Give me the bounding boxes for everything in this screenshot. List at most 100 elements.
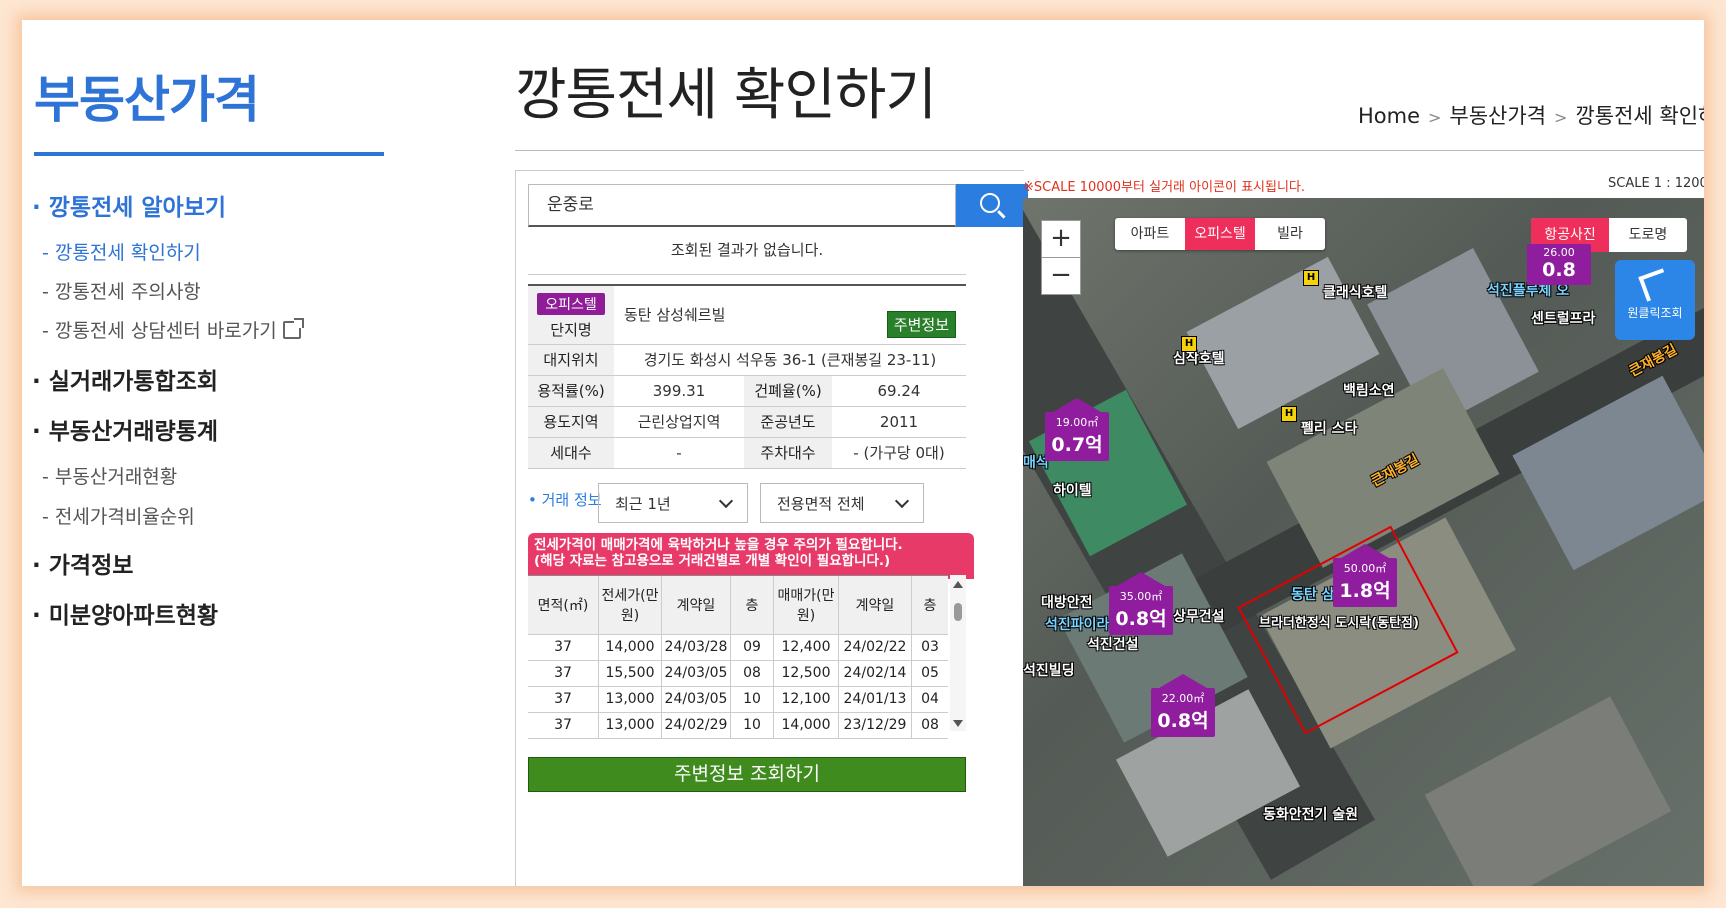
marker-body: 22.00㎡ 0.8억 [1151, 688, 1215, 737]
cell-jeonse-floor: 08 [731, 661, 774, 686]
nav-unsold-apt[interactable]: · 미분양아파트현황 [32, 596, 218, 630]
map-label: 석진파이라 [1045, 617, 1110, 633]
cell-jeonse-floor: 09 [731, 635, 774, 660]
info-year-label: 준공년도 [744, 407, 832, 437]
nav-price-info[interactable]: · 가격정보 [32, 546, 133, 580]
info-far-value: 399.31 [652, 382, 706, 400]
aerial-map[interactable]: 클래식호텔 석진플루체 오 센트럴프라 큰재봉길 심작호텔 백림소연 펠리 스타… [1023, 198, 1704, 886]
cell-jeonse-date: 24/03/28 [662, 635, 731, 660]
marker-body: 19.00㎡ 0.7억 [1045, 412, 1109, 461]
cell-jeonse-floor: 10 [731, 713, 774, 738]
zoom-out-button[interactable]: − [1042, 258, 1080, 294]
tab-apartment[interactable]: 아파트 [1115, 218, 1185, 250]
scroll-up-icon[interactable] [953, 581, 963, 588]
info-row-ratio: 용적률(%) 399.31 건폐율(%) 69.24 [528, 376, 966, 407]
map-label: 클래식호텔 [1323, 285, 1388, 301]
period-select[interactable]: 최근 1년 [598, 483, 748, 523]
cell-sale-date: 24/01/13 [839, 687, 912, 712]
warning-line-1: 전세가격이 매매가격에 육박하거나 높을 경우 주의가 필요합니다. [534, 537, 903, 553]
map-label: 백림소연 [1343, 383, 1395, 399]
marker-area: 26.00 [1543, 246, 1575, 259]
info-households-value: - [676, 444, 682, 462]
tab-road[interactable]: 도로명 [1609, 218, 1687, 252]
info-year-value: 2011 [879, 413, 919, 431]
tab-villa[interactable]: 빌라 [1255, 218, 1325, 250]
price-marker[interactable]: 26.00 0.8 [1527, 244, 1591, 285]
breadcrumb-price[interactable]: 부동산가격 [1449, 104, 1546, 128]
cell-area: 37 [528, 713, 599, 738]
info-row-location: 대지위치 경기도 화성시 석우동 36-1 (큰재봉길 23-11) [528, 345, 966, 376]
info-bcr-value: 69.24 [877, 382, 921, 400]
price-marker-selected[interactable]: 50.00㎡ 1.8억 [1333, 544, 1397, 607]
scroll-down-icon[interactable] [953, 720, 963, 727]
nav-trade-status[interactable]: - 부동산거래현황 [42, 462, 177, 489]
nav-jeonse-ratio-rank[interactable]: - 전세가격비율순위 [42, 502, 195, 529]
breadcrumb-current[interactable]: 깡통전세 확인하기 [1575, 104, 1704, 128]
sidebar-title: 부동산가격 [34, 71, 260, 129]
cell-area: 37 [528, 635, 599, 660]
area-select[interactable]: 전용면적 전체 [760, 483, 924, 523]
price-marker[interactable]: 22.00㎡ 0.8억 [1151, 674, 1215, 737]
col-sale-date: 계약일 [839, 576, 912, 634]
price-marker[interactable]: 35.00㎡ 0.8억 [1109, 572, 1173, 635]
col-jeonse-price: 전세가(만원) [599, 576, 662, 634]
table-scrollbar[interactable] [950, 575, 966, 731]
cell-jeonse-date: 24/03/05 [662, 687, 731, 712]
breadcrumb-sep: > [1428, 108, 1442, 127]
cell-jeonse-date: 24/03/05 [662, 661, 731, 686]
hotel-pin-icon: H [1281, 406, 1297, 422]
breadcrumb: Home > 부동산가격 > 깡통전세 확인하기 [1358, 100, 1704, 130]
cell-sale-floor: 04 [921, 691, 939, 707]
complex-info-table: 오피스텔 단지명 동탄 삼성쉐르빌 주변정보 대지위치 경기도 화성시 석우동 … [528, 284, 966, 469]
scroll-thumb[interactable] [954, 603, 962, 621]
cell-sale-date: 23/12/29 [839, 713, 912, 738]
cell-area: 37 [528, 661, 599, 686]
table-row: 37 13,000 24/02/29 10 14,000 23/12/29 08 [528, 713, 948, 739]
cell-sale-price: 12,500 [774, 661, 839, 686]
table-row: 37 14,000 24/03/28 09 12,400 24/02/22 03 [528, 635, 948, 661]
info-parking-value: - (가구당 0대) [853, 444, 945, 462]
marker-price: 1.8억 [1339, 580, 1391, 602]
search-button[interactable] [956, 184, 1028, 227]
page-title: 깡통전세 확인하기 [515, 63, 937, 128]
cell-jeonse-price: 13,000 [599, 687, 662, 712]
marker-area: 50.00㎡ [1343, 562, 1387, 575]
around-info-button[interactable]: 주변정보 조회하기 [528, 757, 966, 792]
price-marker[interactable]: 19.00㎡ 0.7억 [1045, 398, 1109, 461]
search-input[interactable]: 운중로 [528, 184, 956, 227]
cell-sale-floor: 05 [921, 665, 939, 681]
marker-price: 0.7억 [1051, 434, 1103, 456]
info-row-name: 오피스텔 단지명 동탄 삼성쉐르빌 주변정보 [528, 286, 966, 345]
map-scale-note: ※SCALE 10000부터 실거래 아이콘이 표시됩니다. [1023, 180, 1306, 195]
nav-kkangtong-counsel-label: - 깡통전세 상담센터 바로가기 [42, 320, 277, 342]
col-sale-price: 매매가(만원) [774, 576, 839, 634]
cell-jeonse-price: 14,000 [599, 635, 662, 660]
marker-body: 35.00㎡ 0.8억 [1109, 586, 1173, 635]
cursor-click-icon [1638, 268, 1672, 302]
col-sale-floor: 층 [923, 598, 937, 614]
cell-sale-date: 24/02/14 [839, 661, 912, 686]
cell-jeonse-price: 15,500 [599, 661, 662, 686]
around-info-small-button[interactable]: 주변정보 [886, 311, 956, 338]
map-label: 센트럴프라 [1531, 311, 1596, 327]
info-far-label: 용적률(%) [528, 376, 614, 406]
tab-officetel[interactable]: 오피스텔 [1185, 218, 1255, 250]
breadcrumb-home[interactable]: Home [1358, 104, 1420, 128]
map-scale: SCALE 1 : 1200 [1608, 176, 1704, 191]
map-label: 하이텔 [1053, 483, 1092, 499]
hotel-pin-icon: H [1181, 336, 1197, 352]
nav-kkangtong-counsel[interactable]: - 깡통전세 상담센터 바로가기 [42, 316, 304, 343]
nav-kkangtong-caution[interactable]: - 깡통전세 주의사항 [42, 277, 201, 304]
info-row-zone: 용도지역 근린상업지역 준공년도 2011 [528, 407, 966, 438]
nav-volume-stats[interactable]: · 부동산거래량통계 [32, 412, 218, 446]
map-label: 상무건설 [1173, 609, 1225, 625]
info-parking-label: 주차대수 [744, 438, 832, 468]
nav-kkangtong-about[interactable]: · 깡통전세 알아보기 [32, 188, 226, 222]
nav-kkangtong-check[interactable]: - 깡통전세 확인하기 [42, 238, 201, 265]
map-label: 석진건설 [1087, 637, 1139, 653]
page-frame: 부동산가격 · 깡통전세 알아보기 - 깡통전세 확인하기 - 깡통전세 주의사… [22, 20, 1704, 886]
zoom-in-button[interactable]: + [1042, 221, 1080, 258]
nav-realprice[interactable]: · 실거래가통합조회 [32, 362, 218, 396]
oneclick-button[interactable]: 원클릭조회 [1615, 260, 1695, 340]
marker-price: 0.8억 [1157, 710, 1209, 732]
